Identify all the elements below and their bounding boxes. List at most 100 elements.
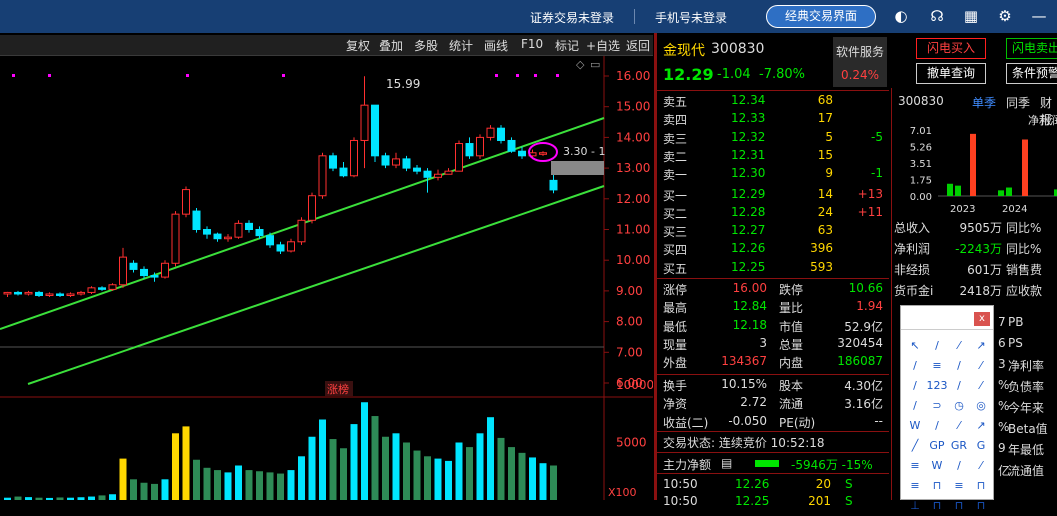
drawing-tool-12[interactable]: /: [904, 396, 926, 416]
trade-login-status[interactable]: 证券交易未登录: [530, 9, 614, 26]
flash-buy-button[interactable]: 闪电买入: [916, 38, 986, 59]
drawing-tool-31[interactable]: ⊓: [970, 476, 992, 496]
fin-partial-label: 净利率: [1008, 359, 1045, 373]
drawing-tool-1[interactable]: /: [926, 336, 948, 356]
logo-icon[interactable]: ◐: [892, 7, 910, 25]
candle-down: [245, 222, 253, 231]
ob-level: 卖五: [663, 95, 688, 109]
grid-icon[interactable]: ▦: [962, 7, 980, 25]
drawing-tool-17[interactable]: /: [926, 416, 948, 436]
drawing-tool-7[interactable]: ⁄: [970, 356, 992, 376]
drawing-tool-30[interactable]: ≡: [948, 476, 970, 496]
y-tick-label: 16.00: [616, 69, 650, 83]
drawing-tool-5[interactable]: ≡: [926, 356, 948, 376]
drawing-tool-22[interactable]: GR: [948, 436, 970, 456]
ob-price: 12.29: [731, 186, 766, 201]
fin-bar: [947, 183, 953, 196]
drawing-tool-32[interactable]: ⊥: [904, 496, 926, 516]
drawing-tool-33[interactable]: ⊓: [926, 496, 948, 516]
candle-down: [98, 287, 106, 290]
toolbar-button-multi[interactable]: 多股: [414, 37, 438, 54]
drawing-tool-29[interactable]: ⊓: [926, 476, 948, 496]
minimize-icon[interactable]: —: [1030, 7, 1048, 25]
candle-up: [182, 189, 190, 215]
drawing-tool-18[interactable]: ⁄: [948, 416, 970, 436]
drawing-tool-4[interactable]: /: [904, 356, 926, 376]
tick-volume: 201: [808, 494, 831, 508]
sector-pct: 0.24%: [840, 68, 880, 82]
ob-level: 买五: [663, 261, 688, 276]
drawing-tool-24[interactable]: ≡: [904, 456, 926, 476]
volume-bar: [539, 463, 547, 500]
fin-y-tick: 1.75: [910, 176, 932, 187]
drawing-tool-19[interactable]: ↗: [970, 416, 992, 436]
y-tick-label: 15.00: [616, 100, 650, 114]
kline-chart[interactable]: 16.00 15.00 14.00 13.00 12.00 11.00 10.00 9.00 8…: [0, 56, 653, 500]
headset-icon[interactable]: ☊: [928, 7, 946, 25]
drawing-tool-13[interactable]: ⊃: [926, 396, 948, 416]
stat-value: 12.84: [732, 299, 767, 314]
fin-bar: [955, 185, 961, 196]
drawing-tool-6[interactable]: /: [948, 356, 970, 376]
stat2-value: 4.30亿: [844, 379, 883, 393]
volume-bar: [14, 496, 22, 500]
tab-same-quarter[interactable]: 同季: [1006, 94, 1030, 111]
menu-icon[interactable]: ▤: [721, 456, 732, 470]
phone-login-status[interactable]: 手机号未登录: [655, 9, 727, 26]
candle-up: [350, 139, 358, 177]
fin-row-label: 货币金i: [894, 284, 934, 298]
drawing-tool-2[interactable]: ⁄: [948, 336, 970, 356]
candle-up: [161, 262, 169, 278]
drawing-tool-34[interactable]: ⊓: [948, 496, 970, 516]
drawing-tool-25[interactable]: W: [926, 456, 948, 476]
drawing-tool-10[interactable]: /: [948, 376, 970, 396]
stat-value: 10.66: [848, 281, 883, 295]
candle-down: [465, 143, 474, 157]
toolbar-button-overlay[interactable]: 叠加: [379, 37, 403, 54]
gear-icon[interactable]: ⚙: [996, 7, 1014, 25]
drawing-tool-20[interactable]: ╱: [904, 436, 926, 456]
ob-price: 12.30: [731, 166, 766, 181]
drawing-tool-15[interactable]: ◎: [970, 396, 992, 416]
flash-sell-button[interactable]: 闪电卖出: [1006, 38, 1057, 59]
tab-quarter[interactable]: 单季: [972, 94, 996, 111]
toolbar-button-mark[interactable]: 标记: [555, 37, 579, 54]
drawing-tool-16[interactable]: W: [904, 416, 926, 436]
drawing-tool-23[interactable]: G: [970, 436, 992, 456]
condition-warn-button[interactable]: 条件预警: [1006, 63, 1057, 84]
toolbar-button-f10[interactable]: F10: [521, 37, 543, 51]
drawing-tool-35[interactable]: ⊓: [970, 496, 992, 516]
candle-down: [14, 291, 22, 295]
volume-bar: [550, 465, 557, 500]
drawing-tool-26[interactable]: /: [948, 456, 970, 476]
drawing-tool-9[interactable]: 123: [926, 376, 948, 396]
cancel-query-button[interactable]: 撤单查询: [916, 63, 986, 84]
drawing-tool-14[interactable]: ◷: [948, 396, 970, 416]
fin-row-value: 2418万: [959, 284, 1002, 298]
drawing-tool-8[interactable]: /: [904, 376, 926, 396]
drawing-tool-11[interactable]: ⁄: [970, 376, 992, 396]
toolbar-button-watchlist[interactable]: +自选: [586, 37, 620, 54]
toolbar-button-back[interactable]: 返回: [626, 37, 650, 54]
drawing-tool-0[interactable]: ↖: [904, 336, 926, 356]
toolbar-button-draw[interactable]: 画线: [484, 37, 508, 54]
toolbar-button-stats[interactable]: 统计: [449, 37, 473, 54]
close-icon[interactable]: x: [974, 312, 990, 326]
y-tick-label: 11.00: [616, 223, 650, 237]
drawing-tool-27[interactable]: ⁄: [970, 456, 992, 476]
sector-box[interactable]: 软件服务 0.24%: [833, 37, 887, 87]
ob-level: 卖二: [663, 149, 688, 164]
candle-down: [402, 158, 411, 169]
toolbar-button-fuquan[interactable]: 复权: [346, 37, 370, 54]
volume-bar: [161, 479, 169, 500]
trade-status: 交易状态: 连续竞价 10:52:18: [663, 436, 825, 450]
drawing-tool-28[interactable]: ≡: [904, 476, 926, 496]
classic-ui-button[interactable]: 经典交易界面: [766, 5, 876, 28]
drawing-tool-3[interactable]: ↗: [970, 336, 992, 356]
ob-change: +11: [857, 204, 883, 219]
marker-dot: [12, 74, 15, 77]
y-tick-label: 9.00: [616, 284, 643, 298]
volume-bar: [119, 458, 127, 500]
volume-bar: [529, 457, 536, 500]
drawing-tool-21[interactable]: GP: [926, 436, 948, 456]
